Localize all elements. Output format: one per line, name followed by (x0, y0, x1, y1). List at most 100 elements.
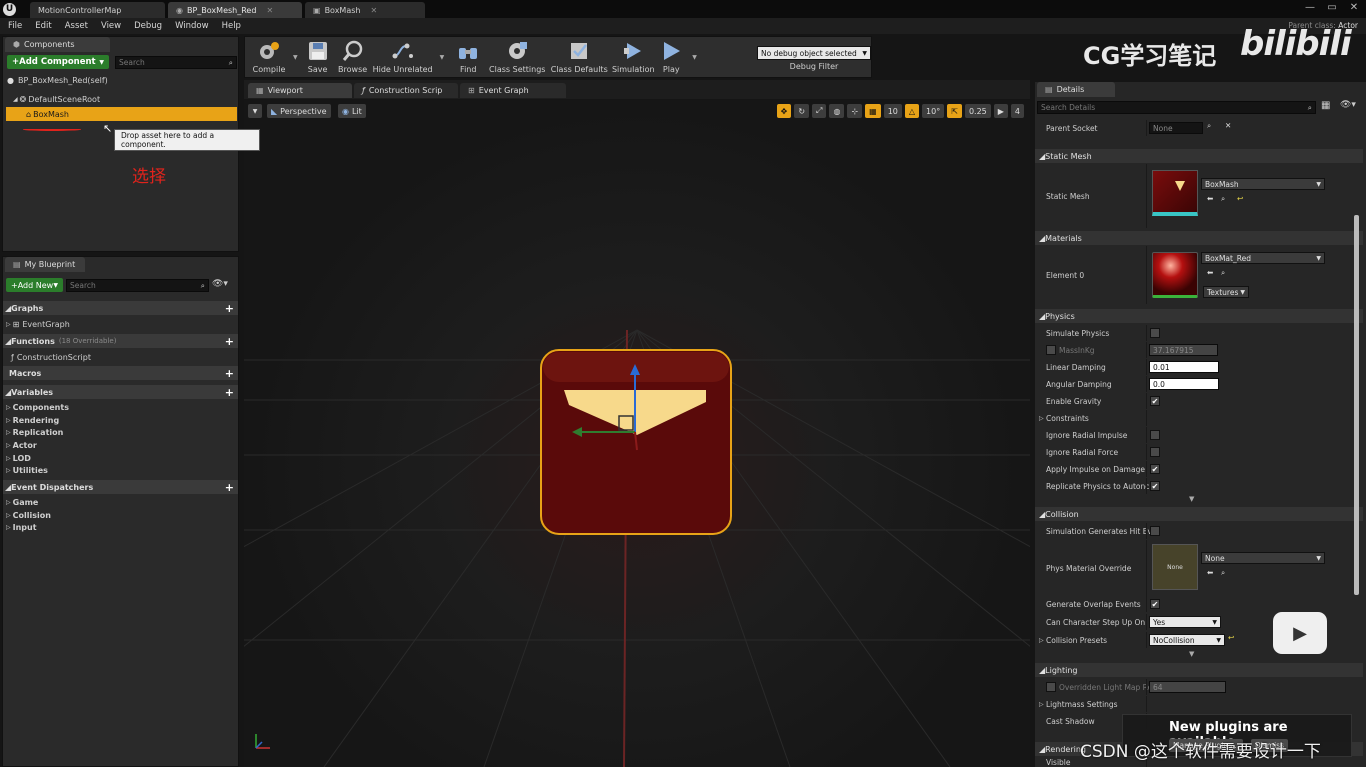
class-defaults-button[interactable]: Class Defaults (548, 37, 610, 77)
browse-search-icon[interactable]: ⌕ (1221, 568, 1225, 578)
static-mesh-dropdown[interactable]: BoxMash ▼ (1201, 178, 1325, 190)
linear-damping-field[interactable]: 0.01 (1149, 361, 1219, 373)
section-physics[interactable]: ◢ Physics (1035, 309, 1363, 323)
grid-snap-icon[interactable]: ▦ (865, 104, 881, 118)
browse-button[interactable]: Browse (334, 37, 372, 77)
clear-icon[interactable]: ✕ (1225, 121, 1231, 130)
section-materials[interactable]: ◢ Materials (1035, 231, 1363, 245)
add-new-button[interactable]: +Add New ▼ (6, 278, 63, 292)
tree-item-construction-script[interactable]: ƒ ConstructionScript (11, 351, 91, 364)
scale-snap-value[interactable]: 0.25 (964, 104, 991, 118)
reset-to-default-icon[interactable]: ↩ (1228, 633, 1234, 642)
perspective-button[interactable]: ◣ Perspective (267, 104, 331, 118)
menu-asset[interactable]: Asset (65, 21, 88, 31)
ignore-radial-force-checkbox[interactable] (1150, 447, 1160, 457)
details-scrollbar[interactable] (1354, 215, 1359, 595)
phys-material-thumbnail[interactable]: None (1152, 544, 1198, 590)
material-thumbnail[interactable] (1152, 252, 1198, 298)
angular-damping-field[interactable]: 0.0 (1149, 378, 1219, 390)
add-variable-icon[interactable]: + (225, 386, 234, 399)
section-variables[interactable]: ◢ Variables + (3, 385, 238, 399)
section-functions[interactable]: ◢ Functions (18 Overridable) + (3, 334, 238, 348)
overlap-events-checkbox[interactable]: ✔ (1150, 599, 1160, 609)
var-category-actor[interactable]: ▷ Actor (6, 439, 69, 452)
surface-snap-icon[interactable]: ⊹ (847, 104, 863, 118)
phys-material-dropdown[interactable]: None ▼ (1201, 552, 1325, 564)
material-dropdown[interactable]: BoxMat_Red ▼ (1201, 252, 1325, 264)
menu-debug[interactable]: Debug (134, 21, 162, 31)
grid-snap-value[interactable]: 10 (883, 104, 902, 118)
simulate-physics-checkbox[interactable] (1150, 328, 1160, 338)
step-up-dropdown[interactable]: Yes ▼ (1149, 616, 1221, 628)
close-window-icon[interactable]: ✕ (1346, 2, 1362, 13)
eye-visibility-icon[interactable]: 👁▾ (212, 279, 228, 289)
section-macros[interactable]: Macros + (3, 366, 238, 380)
add-function-icon[interactable]: + (225, 335, 234, 348)
maximize-icon[interactable]: ▭ (1324, 2, 1340, 13)
close-icon[interactable]: ✕ (370, 6, 377, 15)
minimize-icon[interactable]: — (1302, 2, 1318, 13)
browse-search-icon[interactable]: ⌕ (1221, 268, 1225, 278)
sim-hit-checkbox[interactable] (1150, 526, 1160, 536)
tab-boxmash[interactable]: ▣ BoxMash ✕ (305, 2, 425, 18)
textures-dropdown[interactable]: Textures ▼ (1203, 286, 1249, 298)
collision-presets-dropdown[interactable]: NoCollision ▼ (1149, 634, 1225, 646)
menu-window[interactable]: Window (175, 21, 209, 31)
property-matrix-icon[interactable]: ▦ (1321, 100, 1330, 111)
advanced-expand-icon[interactable]: ▼ (1189, 495, 1194, 503)
rotation-snap-value[interactable]: 10° (922, 104, 945, 118)
play-options-chevron-icon[interactable]: ▼ (692, 54, 697, 61)
tab-components[interactable]: ⬢ Components (5, 37, 110, 52)
dispatch-category-collision[interactable]: ▷ Collision (6, 509, 51, 522)
blueprint-search-input[interactable]: Search ⌕ (66, 279, 209, 292)
add-macro-icon[interactable]: + (225, 367, 234, 380)
use-selected-arrow-icon[interactable]: ⬅ (1207, 568, 1213, 577)
scale-snap-icon[interactable]: ⇱ (947, 104, 962, 118)
simulation-button[interactable]: Simulation (610, 37, 656, 77)
world-space-icon[interactable]: ◍ (829, 104, 845, 118)
tab-event-graph[interactable]: ⊞ Event Graph (460, 83, 566, 98)
var-category-rendering[interactable]: ▷ Rendering (6, 414, 69, 427)
camera-speed-value[interactable]: 4 (1010, 104, 1024, 118)
rotate-mode-icon[interactable]: ↻ (794, 104, 810, 118)
viewport-options-button[interactable]: ▼ (248, 104, 262, 118)
compile-options-chevron-icon[interactable]: ▼ (293, 54, 298, 61)
var-category-lod[interactable]: ▷ LOD (6, 452, 69, 465)
close-icon[interactable]: ✕ (266, 6, 273, 15)
eye-visibility-icon[interactable]: 👁▾ (1340, 100, 1356, 110)
browse-search-icon[interactable]: ⌕ (1221, 194, 1225, 204)
section-event-dispatchers[interactable]: ◢ Event Dispatchers + (3, 480, 238, 494)
expand-arrow-icon[interactable]: ▷ (1039, 637, 1044, 644)
component-search-input[interactable]: Search ⌕ (115, 56, 237, 69)
add-graph-icon[interactable]: + (225, 302, 234, 315)
dispatch-category-game[interactable]: ▷ Game (6, 496, 51, 509)
parent-socket-field[interactable]: None (1149, 122, 1203, 134)
static-mesh-thumbnail[interactable] (1152, 170, 1198, 216)
scale-mode-icon[interactable]: ⤢ (812, 104, 827, 118)
debug-object-select[interactable]: No debug object selected ▼ (757, 46, 871, 60)
tab-motioncontrollermap[interactable]: MotionControllerMap (30, 2, 165, 18)
add-dispatcher-icon[interactable]: + (225, 481, 234, 494)
menu-edit[interactable]: Edit (35, 21, 51, 31)
var-category-replication[interactable]: ▷ Replication (6, 426, 69, 439)
expand-arrow-icon[interactable]: ▷ (1039, 415, 1044, 422)
section-static-mesh[interactable]: ◢ Static Mesh (1035, 149, 1363, 163)
ignore-radial-impulse-checkbox[interactable] (1150, 430, 1160, 440)
menu-file[interactable]: File (8, 21, 22, 31)
add-component-button[interactable]: +Add Component ▼ (7, 55, 109, 69)
tab-bp-boxmesh-red[interactable]: ◉ BP_BoxMesh_Red ✕ (168, 2, 302, 18)
viewport[interactable]: ▼ ◣ Perspective ◉ Lit ✥ ↻ ⤢ ◍ ⊹ ▦ 10 △ 1… (244, 100, 1030, 767)
tree-item-self[interactable]: ● BP_BoxMesh_Red(self) (7, 74, 108, 87)
section-graphs[interactable]: ◢ Graphs + (3, 301, 238, 315)
expand-arrow-icon[interactable]: ▷ (1039, 701, 1044, 708)
light-map-override-checkbox[interactable] (1046, 682, 1056, 692)
details-search-input[interactable]: Search Details ⌕ (1037, 101, 1316, 114)
mass-override-checkbox[interactable] (1046, 345, 1056, 355)
tab-viewport[interactable]: ▦ Viewport (248, 83, 352, 98)
advanced-expand-icon[interactable]: ▼ (1189, 650, 1194, 658)
reset-to-default-icon[interactable]: ↩ (1237, 194, 1243, 203)
use-selected-arrow-icon[interactable]: ⬅ (1207, 268, 1213, 277)
section-lighting[interactable]: ◢ Lighting (1035, 663, 1363, 677)
tab-my-blueprint[interactable]: ▤ My Blueprint (5, 257, 85, 272)
var-category-utilities[interactable]: ▷ Utilities (6, 464, 69, 477)
